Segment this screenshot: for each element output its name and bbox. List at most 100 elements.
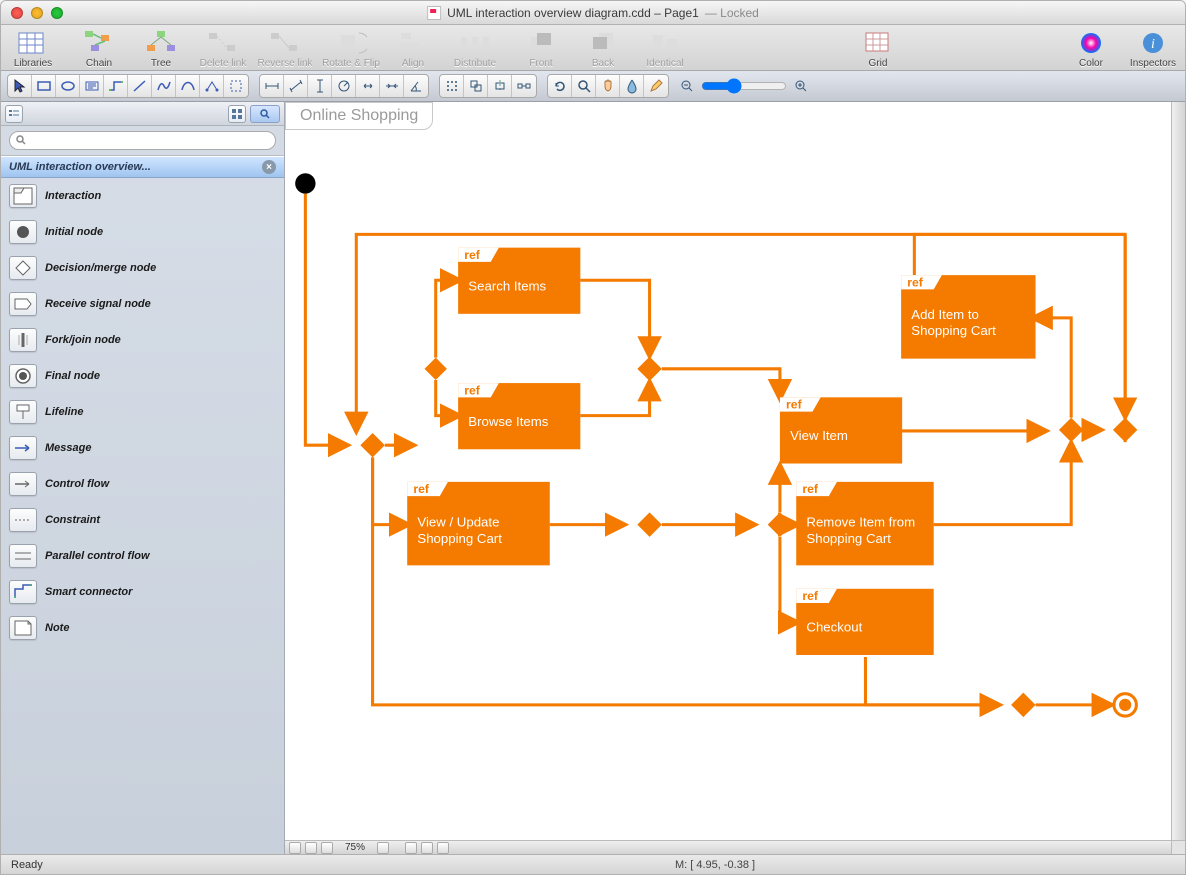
bezier-tool[interactable] — [176, 75, 200, 97]
pan-tool[interactable] — [596, 75, 620, 97]
ref-checkout[interactable]: ref Checkout — [796, 589, 933, 655]
merge-node[interactable] — [1059, 418, 1083, 442]
page-tab-1[interactable] — [405, 842, 417, 854]
ellipse-tool[interactable] — [56, 75, 80, 97]
library-item[interactable]: Control flow — [1, 466, 284, 502]
zoom-out-icon[interactable] — [679, 78, 695, 94]
grid-view-button[interactable] — [228, 105, 246, 123]
horizontal-scrollbar[interactable]: 75% — [285, 840, 1171, 854]
dim-aligned[interactable] — [284, 75, 308, 97]
back-button[interactable]: Back — [579, 29, 627, 69]
drop-tool[interactable] — [620, 75, 644, 97]
snap-obj[interactable] — [464, 75, 488, 97]
delete-link-button[interactable]: Delete link — [199, 29, 247, 69]
rect-tool[interactable] — [32, 75, 56, 97]
dim-radial[interactable] — [332, 75, 356, 97]
page-tab-3[interactable] — [437, 842, 449, 854]
ref-remove-item[interactable]: ref Remove Item from Shopping Cart — [796, 482, 933, 566]
chain-icon — [83, 29, 115, 57]
final-node[interactable] — [1114, 694, 1136, 716]
library-item[interactable]: Final node — [1, 358, 284, 394]
svg-text:ref: ref — [802, 589, 819, 603]
dim-vertical[interactable] — [308, 75, 332, 97]
ref-view-item[interactable]: ref View Item — [780, 397, 902, 463]
search-tab[interactable] — [250, 105, 280, 123]
initial-node[interactable] — [295, 173, 315, 193]
library-item[interactable]: Lifeline — [1, 394, 284, 430]
pointer-tool[interactable] — [8, 75, 32, 97]
library-title[interactable]: UML interaction overview... × — [1, 156, 284, 178]
merge-node[interactable] — [637, 512, 661, 536]
dim-inner[interactable] — [356, 75, 380, 97]
library-item[interactable]: Fork/join node — [1, 322, 284, 358]
line-tool[interactable] — [128, 75, 152, 97]
ref-view-update-cart[interactable]: ref View / Update Shopping Cart — [407, 482, 550, 566]
library-item[interactable]: Message — [1, 430, 284, 466]
page-tab-2[interactable] — [421, 842, 433, 854]
minimize-button[interactable] — [31, 7, 43, 19]
crop-tool[interactable] — [224, 75, 248, 97]
dim-outer[interactable] — [380, 75, 404, 97]
snap-layout[interactable] — [512, 75, 536, 97]
dim-linear[interactable] — [260, 75, 284, 97]
grid-icon — [862, 29, 894, 57]
library-item[interactable]: Initial node — [1, 214, 284, 250]
decision-node[interactable] — [425, 358, 447, 380]
identical-button[interactable]: Identical — [641, 29, 689, 69]
rotate-flip-button[interactable]: Rotate & Flip — [327, 29, 375, 69]
align-button[interactable]: Align — [389, 29, 437, 69]
page-prev[interactable] — [305, 842, 317, 854]
snap-grid[interactable] — [440, 75, 464, 97]
merge-node[interactable] — [637, 357, 661, 381]
library-item[interactable]: Interaction — [1, 178, 284, 214]
merge-node[interactable] — [1011, 693, 1035, 717]
dim-angle[interactable] — [404, 75, 428, 97]
zoom-slider[interactable] — [701, 78, 787, 94]
library-item[interactable]: Note — [1, 610, 284, 646]
close-library-icon[interactable]: × — [262, 160, 276, 174]
page-pause[interactable] — [289, 842, 301, 854]
zoom-tool[interactable] — [572, 75, 596, 97]
vertical-scrollbar[interactable] — [1171, 102, 1185, 840]
library-item[interactable]: Constraint — [1, 502, 284, 538]
zoom-button[interactable] — [51, 7, 63, 19]
ref-search-items[interactable]: ref Search Items — [458, 248, 580, 314]
tree-button[interactable]: Tree — [137, 29, 185, 69]
color-button[interactable]: Color — [1067, 29, 1115, 69]
library-item[interactable]: Smart connector — [1, 574, 284, 610]
spline-tool[interactable] — [152, 75, 176, 97]
library-item[interactable]: Decision/merge node — [1, 250, 284, 286]
window-title: UML interaction overview diagram.cdd – P… — [427, 6, 759, 20]
sidebar-search-input[interactable] — [9, 131, 276, 150]
grid-button[interactable]: Grid — [854, 29, 902, 69]
library-item[interactable]: Parallel control flow — [1, 538, 284, 574]
zoom-in-icon[interactable] — [793, 78, 809, 94]
decision-node[interactable] — [768, 512, 792, 536]
inspectors-icon: i — [1137, 29, 1169, 57]
outline-toggle-button[interactable] — [5, 105, 23, 123]
libraries-button[interactable]: Libraries — [9, 29, 57, 69]
connector-tool[interactable] — [104, 75, 128, 97]
snap-guide[interactable] — [488, 75, 512, 97]
reverse-link-button[interactable]: Reverse link — [261, 29, 309, 69]
text-tool[interactable] — [80, 75, 104, 97]
svg-text:ref: ref — [464, 248, 481, 262]
status-ready: Ready — [1, 859, 285, 871]
sidebar: UML interaction overview... × Interactio… — [1, 102, 285, 854]
page-controls: 75% — [285, 842, 453, 854]
close-button[interactable] — [11, 7, 23, 19]
canvas[interactable]: Online Shopping — [285, 102, 1171, 840]
inspectors-button[interactable]: i Inspectors — [1129, 29, 1177, 69]
ref-browse-items[interactable]: ref Browse Items — [458, 383, 580, 449]
zoom-dropdown[interactable] — [377, 842, 389, 854]
ref-add-item[interactable]: ref Add Item to Shopping Cart — [901, 275, 1035, 359]
chain-button[interactable]: Chain — [75, 29, 123, 69]
decision-node[interactable] — [360, 433, 384, 457]
library-item[interactable]: Receive signal node — [1, 286, 284, 322]
refresh[interactable] — [548, 75, 572, 97]
page-next[interactable] — [321, 842, 333, 854]
front-button[interactable]: Front — [517, 29, 565, 69]
pencil-tool[interactable] — [644, 75, 668, 97]
distribute-button[interactable]: Distribute — [451, 29, 499, 69]
edit-points-tool[interactable] — [200, 75, 224, 97]
